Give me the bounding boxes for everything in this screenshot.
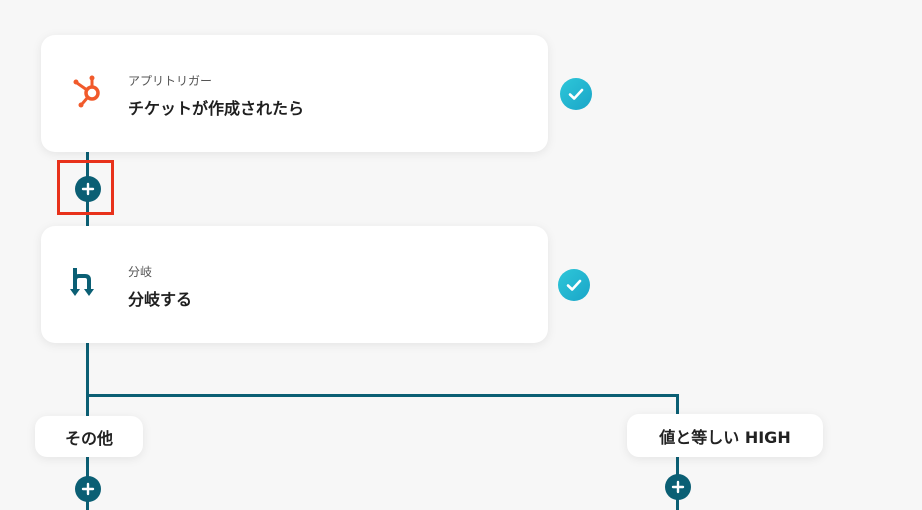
trigger-title: チケットが作成されたら <box>128 99 305 118</box>
branch-subtitle: 分岐 <box>128 265 153 279</box>
add-step-button[interactable] <box>75 176 101 202</box>
trigger-subtitle: アプリトリガー <box>128 74 213 88</box>
trigger-check-icon <box>560 78 592 110</box>
trigger-card[interactable]: アプリトリガー チケットが作成されたら <box>41 35 548 152</box>
branch-check-icon <box>558 269 590 301</box>
add-step-left-button[interactable] <box>75 476 101 502</box>
add-step-right-button[interactable] <box>665 474 691 500</box>
branch-icon <box>69 262 109 302</box>
branch-label-other[interactable]: その他 <box>35 416 143 457</box>
hubspot-icon <box>69 71 109 111</box>
branch-title: 分岐する <box>128 290 193 309</box>
branch-card[interactable]: 分岐 分岐する <box>41 226 548 343</box>
connector-branch-horizontal <box>86 394 679 397</box>
branch-label-high[interactable]: 値と等しい HIGH <box>627 414 823 457</box>
